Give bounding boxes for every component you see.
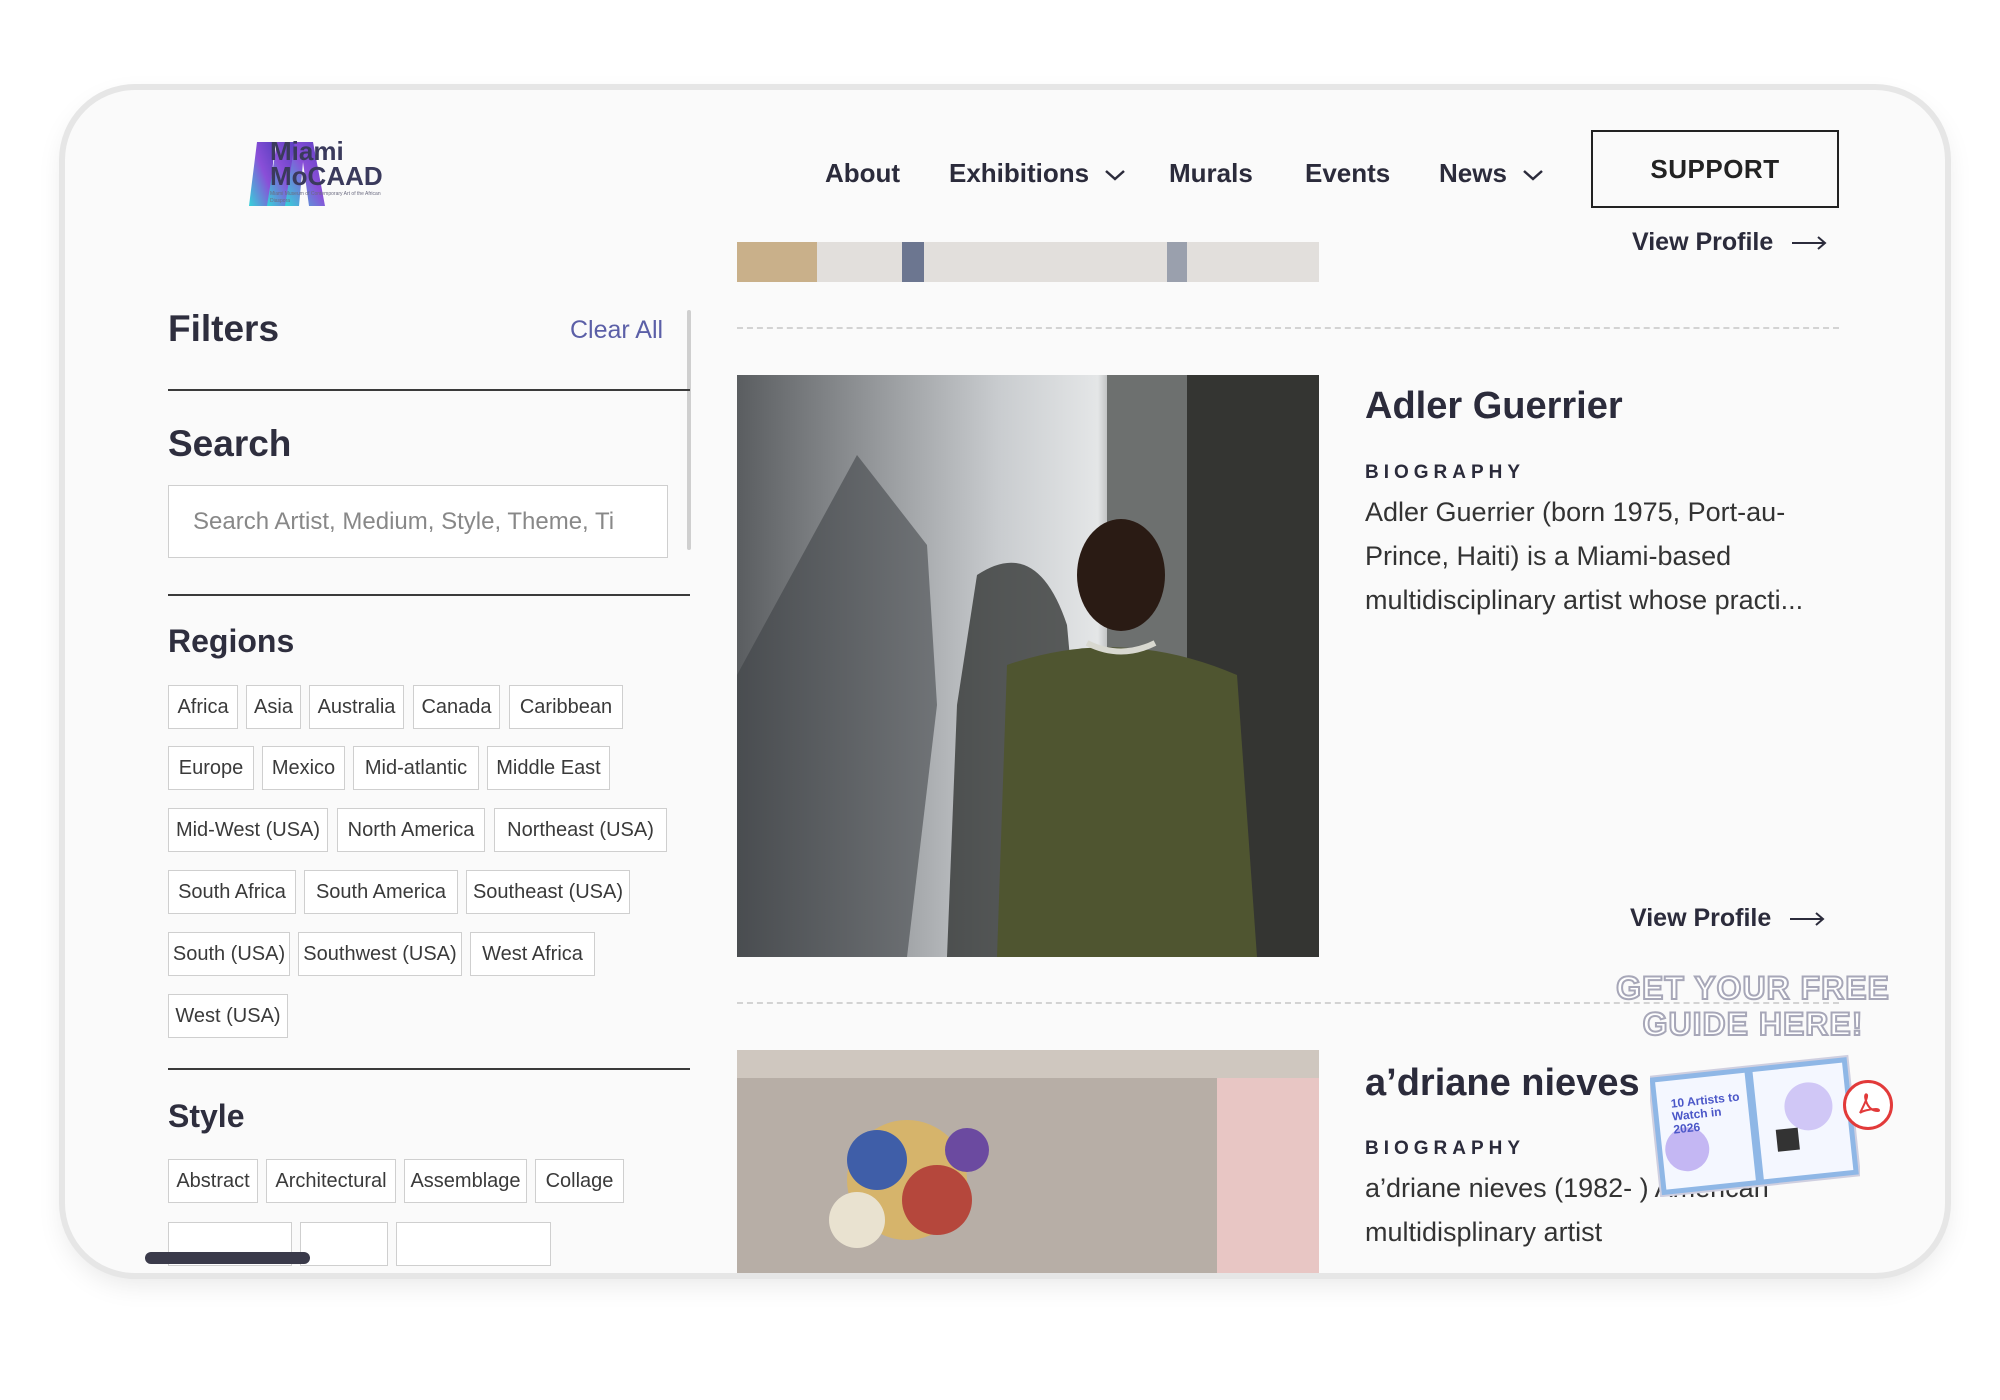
artist-photo-previous[interactable]	[737, 242, 1319, 282]
arrow-right-icon	[1792, 236, 1827, 251]
region-chip-north-america[interactable]: North America	[337, 808, 485, 852]
style-chip[interactable]	[300, 1222, 388, 1266]
style-chip-assemblage[interactable]: Assemblage	[404, 1159, 527, 1203]
search-title: Search	[168, 423, 292, 464]
support-button[interactable]: SUPPORT	[1591, 130, 1839, 208]
artist-name[interactable]: a’driane nieves	[1365, 1062, 1640, 1105]
filters-title: Filters	[168, 308, 280, 349]
card-divider	[737, 327, 1839, 329]
biography-label: BIOGRAPHY	[1365, 462, 1526, 483]
divider	[168, 594, 690, 596]
region-chip-south-america[interactable]: South America	[304, 870, 458, 914]
view-profile-link[interactable]: View Profile	[1630, 904, 1826, 933]
view-profile-link[interactable]: View Profile	[1632, 228, 1828, 257]
style-chip-abstract[interactable]: Abstract	[168, 1159, 258, 1203]
region-chip-mexico[interactable]: Mexico	[262, 746, 345, 790]
region-chip-south-usa[interactable]: South (USA)	[168, 932, 290, 976]
region-chip-northeast-usa[interactable]: Northeast (USA)	[494, 808, 667, 852]
region-chip-africa[interactable]: Africa	[168, 685, 238, 729]
search-input[interactable]: Search Artist, Medium, Style, Theme, Ti	[168, 485, 668, 558]
link-label: View Profile	[1632, 228, 1774, 256]
style-chip-collage[interactable]: Collage	[535, 1159, 624, 1203]
region-chip-south-africa[interactable]: South Africa	[168, 870, 296, 914]
chevron-down-icon	[1523, 170, 1543, 181]
browser-frame: Miami MoCAAD Miami Museum of Contemporar…	[65, 90, 1945, 1273]
style-title: Style	[168, 1098, 245, 1134]
nav-label: Murals	[1169, 158, 1253, 188]
region-chip-west-usa[interactable]: West (USA)	[168, 994, 288, 1038]
biography-text: Adler Guerrier (born 1975, Port-au-Princ…	[1365, 497, 1804, 615]
region-chip-europe[interactable]: Europe	[168, 746, 254, 790]
region-chip-asia[interactable]: Asia	[246, 685, 301, 729]
acrobat-icon	[1859, 1093, 1881, 1114]
nav-label: About	[825, 158, 901, 188]
biography-label: BIOGRAPHY	[1365, 1138, 1526, 1159]
pdf-icon[interactable]	[1843, 1080, 1893, 1130]
nav-events[interactable]: Events	[1305, 158, 1390, 189]
book-title: 10 Artists to Watch in 2026	[1670, 1089, 1741, 1137]
sidebar-scrollbar[interactable]	[687, 310, 691, 550]
photo-graphic	[737, 242, 1319, 282]
region-chip-canada[interactable]: Canada	[413, 685, 500, 729]
clear-all-link[interactable]: Clear All	[570, 316, 663, 345]
region-chip-southwest-usa[interactable]: Southwest (USA)	[298, 932, 462, 976]
region-chip-mid-atlantic[interactable]: Mid-atlantic	[353, 746, 479, 790]
region-chip-mid-west-usa[interactable]: Mid-West (USA)	[168, 808, 328, 852]
style-chip-architectural[interactable]: Architectural	[266, 1159, 396, 1203]
promo-line2: GUIDE HERE!	[1642, 1005, 1864, 1043]
free-guide-promo[interactable]: GET YOUR FREE GUIDE HERE!	[1603, 969, 1903, 1043]
artist-photo[interactable]	[737, 375, 1319, 957]
style-chip[interactable]	[396, 1222, 551, 1266]
scroll-indicator	[145, 1252, 310, 1264]
region-chip-middle-east[interactable]: Middle East	[487, 746, 610, 790]
arrow-right-icon	[1790, 912, 1825, 927]
region-chip-west-africa[interactable]: West Africa	[470, 932, 595, 976]
link-label: View Profile	[1630, 904, 1772, 932]
promo-line1: GET YOUR FREE	[1615, 969, 1890, 1007]
guide-book-image[interactable]: 10 Artists to Watch in 2026	[1647, 1052, 1862, 1198]
region-chip-caribbean[interactable]: Caribbean	[509, 685, 623, 729]
nav-label: Exhibitions	[949, 158, 1090, 188]
nav-label: Events	[1305, 158, 1391, 188]
divider	[168, 1068, 690, 1070]
artist-name[interactable]: Adler Guerrier	[1365, 385, 1623, 428]
logo-line2: MoCAAD	[270, 161, 383, 191]
nav-murals[interactable]: Murals	[1169, 158, 1253, 189]
nav-label: News	[1439, 158, 1507, 188]
photo-graphic	[737, 1050, 1319, 1273]
logo-tagline: Miami Museum of Contemporary Art of the …	[270, 191, 381, 204]
nav-news[interactable]: News	[1439, 158, 1544, 189]
nav-exhibitions[interactable]: Exhibitions	[949, 158, 1126, 189]
nav-about[interactable]: About	[825, 158, 900, 189]
photo-graphic	[737, 375, 1319, 957]
regions-title: Regions	[168, 623, 295, 659]
chevron-down-icon	[1105, 170, 1126, 181]
region-chip-southeast-usa[interactable]: Southeast (USA)	[466, 870, 630, 914]
artist-photo[interactable]	[737, 1050, 1319, 1273]
region-chip-australia[interactable]: Australia	[309, 685, 404, 729]
divider	[168, 389, 690, 391]
